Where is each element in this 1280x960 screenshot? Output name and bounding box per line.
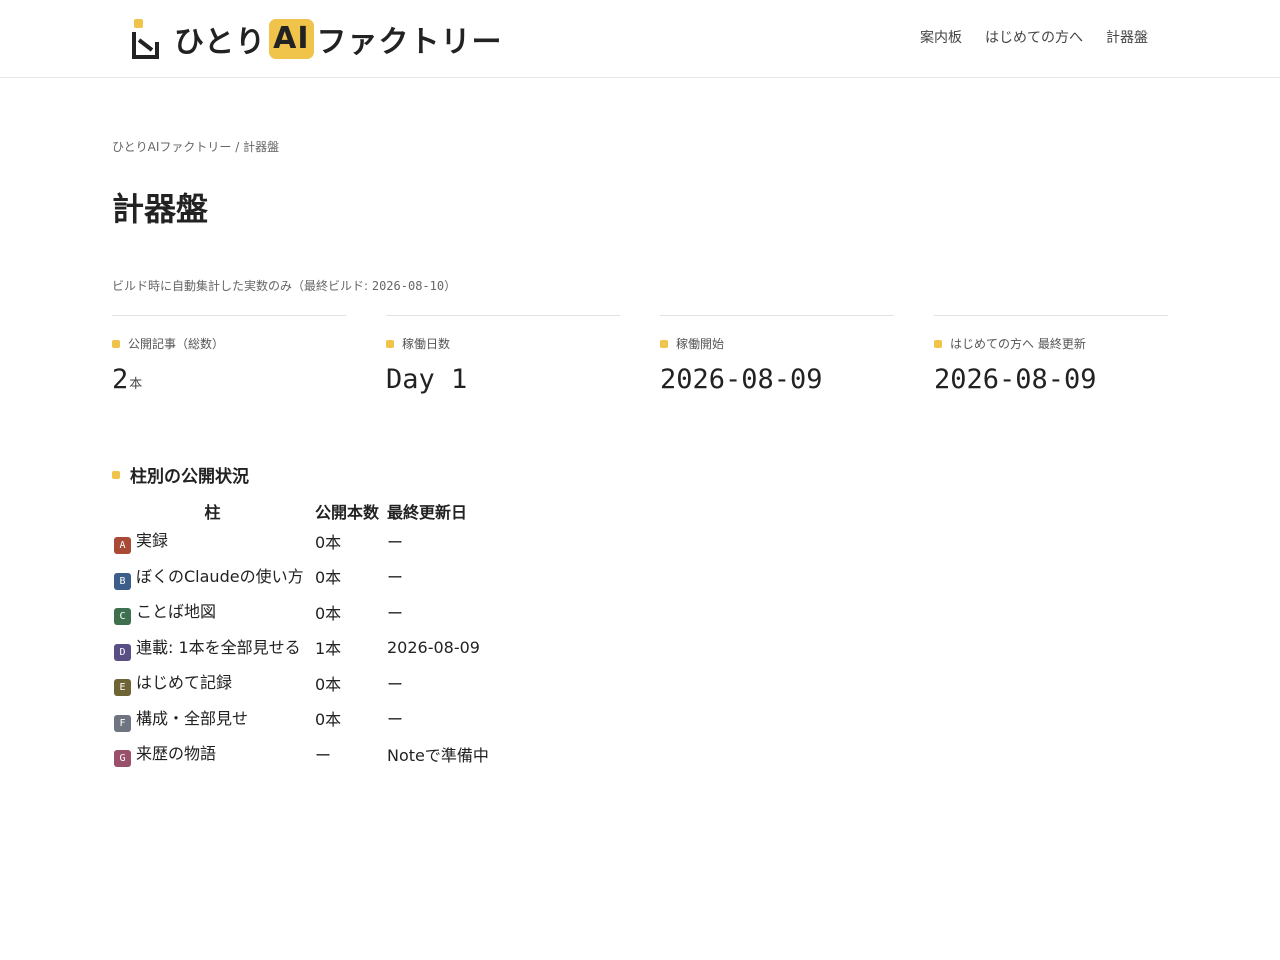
pillar-count: ー — [315, 745, 332, 765]
pillar-updated: ー — [387, 674, 404, 694]
pillar-count: 0本 — [315, 710, 342, 730]
table-header-row: 柱 公開本数 最終更新日 — [112, 499, 491, 523]
pillar-cell: C ことば地図 — [112, 594, 313, 630]
pillar-count: 0本 — [315, 674, 342, 694]
logo-text-part1: ひとり — [174, 25, 267, 60]
stat-value: 2026-08-09 — [660, 364, 823, 395]
stats-row: 公開記事（総数） 2本 稼働日数 Day 1 稼働開始 2026-08-09 は… — [112, 315, 1168, 395]
nav-link-first-time[interactable]: はじめての方へ — [985, 27, 1083, 47]
stat-label: 稼働開始 — [676, 337, 725, 351]
breadcrumb-separator: / — [231, 140, 244, 154]
main-nav: 案内板 はじめての方へ 計器盤 — [920, 27, 1148, 47]
pillar-code-badge: A — [114, 537, 131, 555]
column-header-updated: 最終更新日 — [387, 503, 468, 522]
pillar-code-badge: F — [114, 714, 131, 732]
table-row: E はじめて記録 0本 ー — [112, 665, 491, 701]
nav-link-guide-board[interactable]: 案内板 — [920, 27, 962, 47]
stat-total-articles: 公開記事（総数） 2本 — [112, 315, 346, 395]
nav-link-dashboard[interactable]: 計器盤 — [1106, 27, 1148, 47]
pillars-table: 柱 公開本数 最終更新日 A 実録 0本ー B ぼくのClaudeの使い方 0本ー C ことば… — [112, 499, 491, 772]
table-row: A 実録 0本 ー — [112, 523, 491, 559]
pillar-code-badge: D — [114, 643, 131, 661]
build-note-date: 2026-08-10 — [371, 279, 445, 293]
table-row: G 来歴の物語 ー Noteで準備中 — [112, 736, 491, 772]
table-row: B ぼくのClaudeの使い方 0本 ー — [112, 559, 491, 595]
logo-text-part2: ファクトリー — [316, 25, 503, 60]
stat-label: はじめての方へ 最終更新 — [950, 337, 1086, 351]
build-note-text: ビルド時に自動集計した実数のみ（最終ビルド: — [112, 279, 372, 293]
bullet-icon — [112, 339, 120, 348]
stat-value: Day 1 — [386, 364, 468, 395]
pillar-updated: ー — [387, 532, 404, 552]
bullet-icon — [934, 339, 942, 348]
stat-label: 公開記事（総数） — [128, 337, 225, 351]
pillar-count: 0本 — [315, 532, 342, 552]
build-note-close: ） — [444, 279, 457, 293]
pillar-name: 来歴の物語 — [136, 744, 217, 764]
pillar-cell: F 構成・全部見せ — [112, 701, 313, 737]
pillar-code-badge: C — [114, 608, 131, 626]
pillar-name: はじめて記録 — [136, 673, 233, 693]
logo-mark-icon — [130, 18, 160, 60]
pillar-cell: A 実録 — [112, 523, 313, 559]
section-title-text: 柱別の公開状況 — [130, 467, 249, 487]
page-title: 計器盤 — [112, 190, 209, 228]
section-title: 柱別の公開状況 — [112, 462, 249, 487]
logo-ai-badge: AI — [269, 19, 314, 59]
column-header-count: 公開本数 — [315, 503, 380, 522]
bullet-icon — [386, 339, 394, 348]
logo-wordmark: ひとり AI ファクトリー — [174, 17, 503, 61]
bullet-icon — [660, 339, 668, 348]
pillar-code-badge: B — [114, 572, 131, 590]
bullet-icon — [112, 470, 120, 479]
stat-days-running: 稼働日数 Day 1 — [386, 315, 620, 395]
pillar-cell: D 連載: 1本を全部見せる — [112, 630, 313, 666]
build-note: ビルド時に自動集計した実数のみ（最終ビルド: 2026-08-10） — [112, 277, 456, 294]
pillar-name: 実録 — [136, 531, 169, 551]
pillar-count: 1本 — [315, 639, 342, 659]
pillar-updated: ー — [387, 710, 404, 730]
pillar-name: 連載: 1本を全部見せる — [136, 637, 301, 657]
pillar-cell: E はじめて記録 — [112, 665, 313, 701]
breadcrumb: ひとりAIファクトリー / 計器盤 — [112, 138, 279, 155]
breadcrumb-current: 計器盤 — [243, 140, 280, 154]
table-row: C ことば地図 0本 ー — [112, 594, 491, 630]
stat-unit: 本 — [129, 377, 143, 392]
site-logo[interactable]: ひとり AI ファクトリー — [130, 18, 503, 60]
column-header-pillar: 柱 — [204, 503, 221, 522]
pillar-updated: ー — [387, 603, 404, 623]
stat-value: 2026-08-09 — [934, 364, 1097, 395]
table-row: D 連載: 1本を全部見せる 1本 2026-08-09 — [112, 630, 491, 666]
pillar-code-badge: E — [114, 679, 131, 697]
site-header: ひとり AI ファクトリー 案内板 はじめての方へ 計器盤 — [0, 0, 1280, 78]
pillar-cell: B ぼくのClaudeの使い方 — [112, 559, 313, 595]
pillar-updated: 2026-08-09 — [387, 637, 480, 657]
pillar-name: ぼくのClaudeの使い方 — [136, 566, 304, 586]
pillar-updated: Noteで準備中 — [387, 745, 489, 765]
breadcrumb-home-link[interactable]: ひとりAIファクトリー — [112, 140, 231, 154]
table-row: F 構成・全部見せ 0本 ー — [112, 701, 491, 737]
pillar-name: 構成・全部見せ — [136, 708, 249, 728]
pillar-code-badge: G — [114, 750, 131, 768]
pillar-cell: G 来歴の物語 — [112, 736, 313, 772]
stat-start-date: 稼働開始 2026-08-09 — [660, 315, 894, 395]
pillar-updated: ー — [387, 568, 404, 588]
stat-value: 2 — [112, 364, 129, 395]
stat-first-time-updated: はじめての方へ 最終更新 2026-08-09 — [934, 315, 1168, 395]
pillar-count: 0本 — [315, 603, 342, 623]
pillar-name: ことば地図 — [136, 602, 217, 622]
pillar-count: 0本 — [315, 568, 342, 588]
stat-label: 稼働日数 — [402, 337, 451, 351]
